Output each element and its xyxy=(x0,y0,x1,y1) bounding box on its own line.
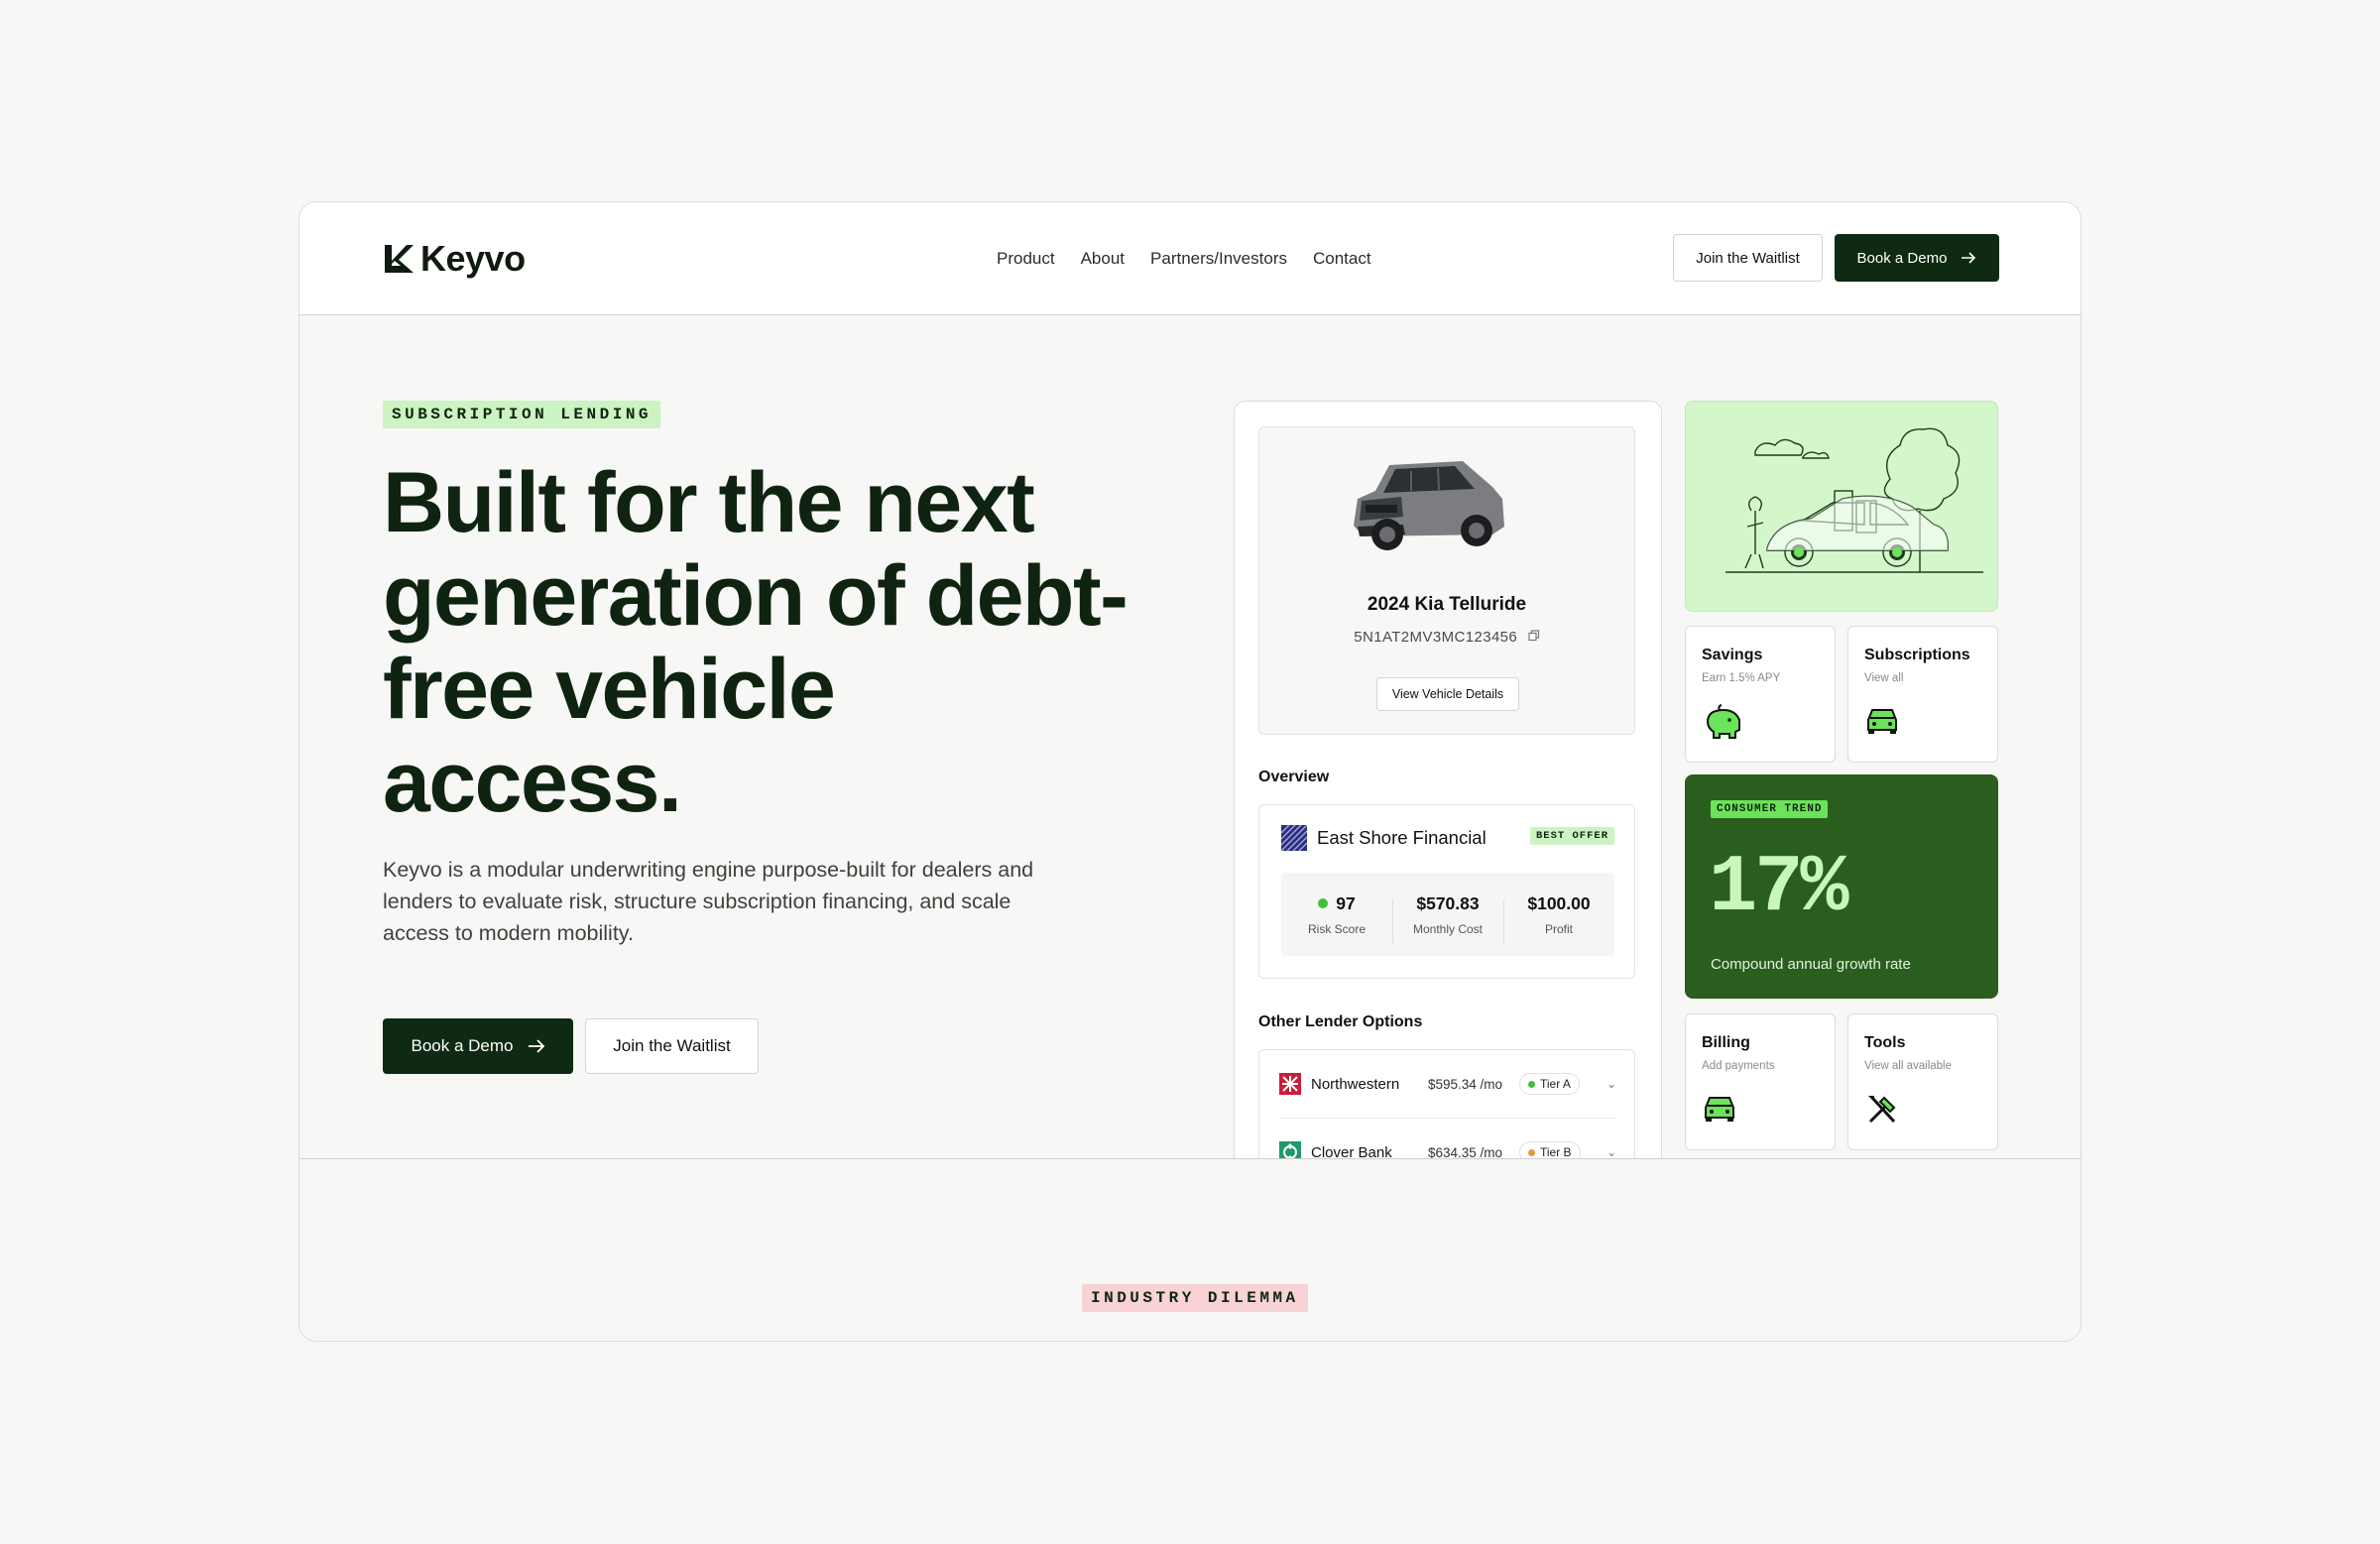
east-shore-logo-icon xyxy=(1281,825,1307,851)
header-demo-button[interactable]: Book a Demo xyxy=(1835,234,1999,282)
hero-waitlist-label: Join the Waitlist xyxy=(613,1036,731,1055)
subscriptions-subtitle: View all xyxy=(1864,672,1904,684)
copy-icon[interactable] xyxy=(1528,630,1540,642)
nav-item-partners[interactable]: Partners/Investors xyxy=(1150,249,1287,269)
lender-name: Northwestern xyxy=(1311,1075,1400,1093)
next-section: INDUSTRY DILEMMA xyxy=(299,1158,2081,1341)
tools-subtitle: View all available xyxy=(1864,1060,1953,1072)
industry-dilemma-eyebrow: INDUSTRY DILEMMA xyxy=(1082,1284,1308,1312)
best-offer-card[interactable]: East Shore Financial BEST OFFER 97 Risk … xyxy=(1258,804,1635,979)
best-offer-badge: BEST OFFER xyxy=(1529,827,1614,845)
nav-item-product[interactable]: Product xyxy=(997,249,1055,269)
view-vehicle-details-label: View Vehicle Details xyxy=(1391,687,1504,701)
vehicle-name: 2024 Kia Telluride xyxy=(1367,594,1527,615)
nav-item-contact[interactable]: Contact xyxy=(1313,249,1371,269)
risk-score-value: 97 xyxy=(1336,892,1356,913)
billing-card[interactable]: Billing Add payments xyxy=(1685,1013,1836,1150)
hero-eyebrow: SUBSCRIPTION LENDING xyxy=(383,401,661,428)
tier-dot-icon xyxy=(1528,1080,1535,1088)
billing-title: Billing xyxy=(1702,1034,1750,1051)
piggy-bank-icon xyxy=(1706,704,1740,739)
metric-profit: $100.00 Profit xyxy=(1503,892,1614,943)
header-demo-label: Book a Demo xyxy=(1856,249,1948,267)
monthly-cost-value: $570.83 xyxy=(1416,892,1480,913)
metric-monthly-cost: $570.83 Monthly Cost xyxy=(1392,892,1503,943)
arrow-right-icon xyxy=(528,1039,544,1053)
nav-item-about[interactable]: About xyxy=(1081,249,1125,269)
trend-value: 17% xyxy=(1709,842,1849,934)
tools-title: Tools xyxy=(1864,1034,1906,1051)
profit-label: Profit xyxy=(1544,921,1573,936)
keyvo-logo-icon xyxy=(385,245,414,273)
view-vehicle-details-button[interactable]: View Vehicle Details xyxy=(1376,677,1519,711)
tier-dot-icon xyxy=(1528,1148,1535,1156)
header-waitlist-label: Join the Waitlist xyxy=(1696,249,1800,267)
hero-demo-label: Book a Demo xyxy=(411,1036,514,1055)
trend-label: Compound annual growth rate xyxy=(1711,956,1911,973)
subscriptions-card[interactable]: Subscriptions View all xyxy=(1847,626,1998,763)
savings-subtitle: Earn 1.5% APY xyxy=(1702,672,1781,684)
hero-title: Built for the next generation of debt-fr… xyxy=(383,455,1129,830)
northwestern-logo-icon xyxy=(1279,1073,1301,1095)
vehicle-card: 2024 Kia Telluride 5N1AT2MV3MC123456 Vie… xyxy=(1258,426,1635,735)
top-navigation: Keyvo Product About Partners/Investors C… xyxy=(299,202,2081,315)
hero-description: Keyvo is a modular underwriting engine p… xyxy=(383,858,1034,945)
trend-badge: CONSUMER TREND xyxy=(1711,800,1829,818)
brand-name: Keyvo xyxy=(420,238,526,279)
chevron-down-icon[interactable]: ⌄ xyxy=(1606,1145,1616,1159)
tier-label: Tier B xyxy=(1540,1145,1572,1159)
risk-status-dot-icon xyxy=(1318,898,1329,908)
car-icon xyxy=(1867,709,1897,734)
tier-badge: Tier A xyxy=(1519,1073,1580,1095)
profit-value: $100.00 xyxy=(1527,892,1591,913)
car-illustration-image xyxy=(1726,427,1983,573)
other-lenders-label: Other Lender Options xyxy=(1258,1013,1423,1030)
vehicle-vin-text: 5N1AT2MV3MC123456 xyxy=(1354,629,1518,646)
tools-icon xyxy=(1868,1096,1896,1124)
consumer-trend-card: CONSUMER TREND 17% Compound annual growt… xyxy=(1685,774,1998,999)
monthly-cost-label: Monthly Cost xyxy=(1412,921,1484,936)
row-divider xyxy=(1279,1118,1616,1119)
lender-price: $595.34 /mo xyxy=(1428,1076,1503,1092)
chevron-down-icon[interactable]: ⌄ xyxy=(1606,1077,1616,1091)
best-offer-lender-name: East Shore Financial xyxy=(1317,827,1487,848)
savings-title: Savings xyxy=(1702,647,1763,663)
arrow-right-icon xyxy=(1962,252,1976,264)
metric-risk-score: 97 Risk Score xyxy=(1281,893,1392,936)
vehicle-vin: 5N1AT2MV3MC123456 xyxy=(1259,629,1634,646)
risk-score-label: Risk Score xyxy=(1307,921,1366,936)
suv-car-image xyxy=(1354,461,1504,550)
overview-label: Overview xyxy=(1258,769,1330,785)
lender-row[interactable]: Northwestern $595.34 /mo Tier A ⌄ xyxy=(1279,1064,1616,1104)
header-waitlist-button[interactable]: Join the Waitlist xyxy=(1673,234,1823,282)
tools-card[interactable]: Tools View all available xyxy=(1847,1013,1998,1150)
offer-metrics: 97 Risk Score $570.83 Monthly Cost $100.… xyxy=(1281,873,1614,956)
subscriptions-title: Subscriptions xyxy=(1864,647,1970,663)
tier-label: Tier A xyxy=(1540,1077,1571,1091)
brand-logo[interactable]: Keyvo xyxy=(383,238,526,280)
illustration-card xyxy=(1685,401,1998,612)
main-nav: Product About Partners/Investors Contact xyxy=(997,202,1371,315)
hero-demo-button[interactable]: Book a Demo xyxy=(383,1018,573,1074)
page-frame: Keyvo Product About Partners/Investors C… xyxy=(298,201,2082,1342)
car-icon xyxy=(1705,1097,1734,1122)
hero-waitlist-button[interactable]: Join the Waitlist xyxy=(585,1018,759,1074)
savings-card[interactable]: Savings Earn 1.5% APY xyxy=(1685,626,1836,763)
billing-subtitle: Add payments xyxy=(1702,1060,1775,1072)
